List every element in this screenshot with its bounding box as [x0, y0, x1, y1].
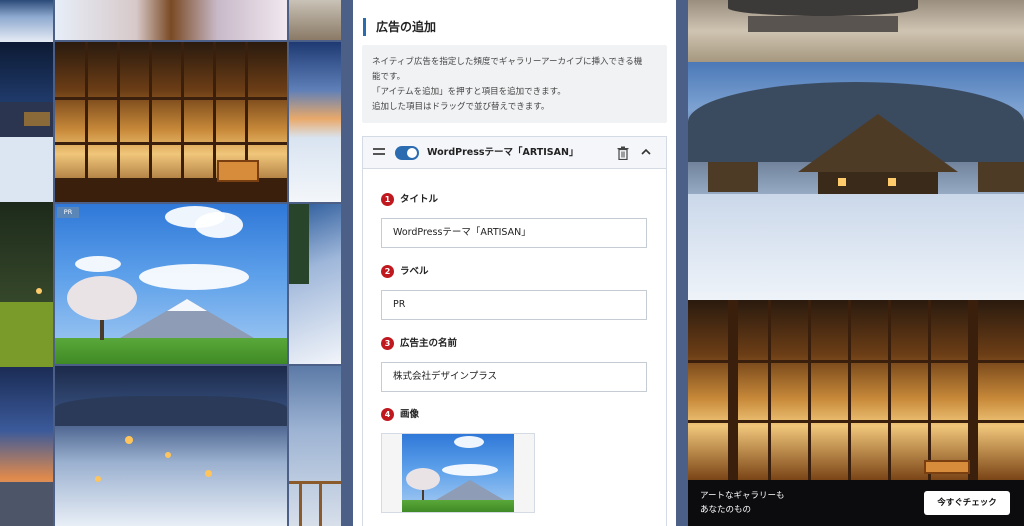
cta-bar: アートなギャラリーも あなたのもの 今すぐチェック — [688, 480, 1024, 526]
chevron-up-icon[interactable] — [639, 145, 653, 159]
step-number: 3 — [381, 337, 394, 350]
field-label-text: 画像 — [400, 409, 420, 420]
preview-image — [402, 434, 514, 512]
check-now-button[interactable]: 今すぐチェック — [924, 491, 1010, 515]
step-number: 2 — [381, 265, 394, 278]
gallery-image-hearth[interactable] — [688, 0, 1024, 62]
cta-text: アートなギャラリーも あなたのもの — [700, 491, 785, 515]
ad-item-title: WordPressテーマ「ARTISAN」 — [427, 147, 579, 158]
gallery-image-snow-field-sunset[interactable] — [289, 42, 341, 202]
label-input[interactable]: PR — [381, 290, 647, 320]
gallery-image-lake-dusk[interactable] — [0, 367, 53, 526]
field-label-advertiser: 3 広告主の名前 — [381, 337, 457, 351]
ad-settings-panel: 広告の追加 ネイティブ広告を指定した頻度でギャラリーアーカイブに挿入できる機 能… — [353, 0, 676, 526]
ad-item-header[interactable]: WordPressテーマ「ARTISAN」 — [363, 137, 666, 169]
field-label-text: タイトル — [400, 194, 439, 205]
field-label-image: 4 画像 — [381, 408, 419, 422]
field-label-title: 1 タイトル — [381, 193, 438, 207]
gallery-image-snow-night[interactable] — [0, 42, 53, 202]
gallery-image-snow-village-dusk[interactable] — [0, 0, 53, 42]
section-title: 広告の追加 — [363, 18, 436, 36]
gallery-image-lit-shoji[interactable] — [688, 300, 1024, 480]
gallery-image-garden-night[interactable] — [0, 202, 53, 367]
gallery-image-japanese-room[interactable] — [55, 42, 287, 202]
field-label-label: 2 ラベル — [381, 265, 429, 279]
ad-item: WordPressテーマ「ARTISAN」 1 タイトル WordPressテーマ… — [362, 136, 667, 526]
description-box: ネイティブ広告を指定した頻度でギャラリーアーカイブに挿入できる機 能です。 「ア… — [362, 45, 667, 123]
gallery-image-ryokan-roof[interactable] — [289, 0, 341, 40]
enable-toggle[interactable] — [395, 146, 419, 160]
step-number: 4 — [381, 408, 394, 421]
advertiser-input[interactable]: 株式会社デザインプラス — [381, 362, 647, 392]
gallery-image-snow-railing[interactable] — [289, 366, 341, 526]
gallery-image-shirakawago-night[interactable] — [55, 366, 287, 526]
gallery-image-snowy-trees[interactable] — [289, 204, 341, 364]
gallery-image-cherry-tree-mountain[interactable] — [55, 204, 287, 364]
description-line: 「アイテムを追加」を押すと項目を追加できます。 — [372, 87, 566, 97]
step-number: 1 — [381, 193, 394, 206]
field-label-text: 広告主の名前 — [400, 338, 458, 349]
pr-badge: PR — [57, 207, 79, 218]
description-line: ネイティブ広告を指定した頻度でギャラリーアーカイブに挿入できる機 — [372, 57, 643, 67]
trash-icon[interactable] — [617, 146, 629, 160]
image-preview[interactable] — [381, 433, 535, 513]
description-line: 能です。 — [372, 72, 406, 82]
title-input[interactable]: WordPressテーマ「ARTISAN」 — [381, 218, 647, 248]
drag-handle-icon[interactable] — [373, 148, 385, 158]
gallery-image-thatched-house-snow[interactable] — [688, 62, 1024, 300]
description-line: 追加した項目はドラッグで並び替えできます。 — [372, 102, 550, 112]
gallery-image-lantern-snow[interactable] — [55, 0, 287, 40]
field-label-text: ラベル — [400, 266, 429, 277]
toggle-knob — [407, 148, 417, 158]
